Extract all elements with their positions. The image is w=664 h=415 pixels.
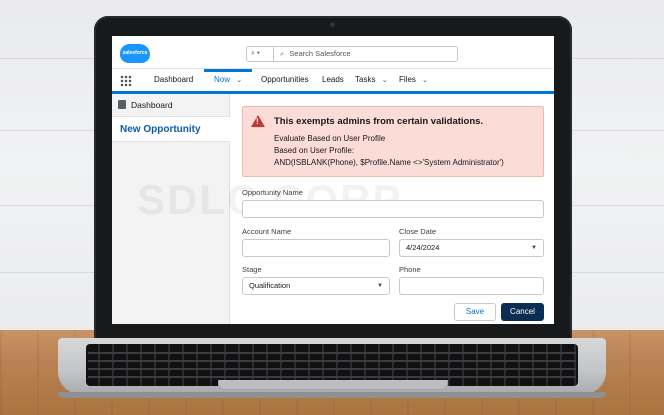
phone-label: Phone bbox=[399, 265, 421, 274]
nav-item-label: Now bbox=[214, 75, 231, 84]
nav-item-label: Tasks bbox=[355, 75, 376, 84]
close-date-select[interactable]: 4/24/2024 ▼ bbox=[399, 239, 544, 257]
nav-item-label: Dashboard bbox=[154, 75, 194, 84]
phone-input[interactable] bbox=[399, 277, 544, 295]
opportunity-name-input[interactable] bbox=[242, 200, 544, 218]
stage-label: Stage bbox=[242, 265, 262, 274]
nav-item-label: Opportunities bbox=[261, 75, 309, 84]
laptop-foot bbox=[58, 392, 606, 398]
dropdown-caret-icon: ▼ bbox=[377, 283, 383, 289]
trackpad bbox=[218, 380, 448, 390]
nav-item-now[interactable]: Now ⌄ bbox=[214, 75, 242, 84]
opportunity-name-label: Opportunity Name bbox=[242, 188, 303, 197]
nav-active-indicator bbox=[204, 69, 252, 72]
chevron-down-icon[interactable]: ⌄ bbox=[236, 77, 242, 84]
close-date-value: 4/24/2024 bbox=[406, 243, 440, 252]
dropdown-caret-icon: ▼ bbox=[531, 245, 537, 251]
cancel-button[interactable]: Cancel bbox=[501, 303, 544, 321]
nav-item-label: Leads bbox=[322, 75, 344, 84]
alert-line: Evaluate Based on User Profile bbox=[274, 134, 386, 143]
stage-value: Qualification bbox=[249, 281, 291, 290]
camera-icon bbox=[330, 22, 335, 27]
search-icon: ⌕ bbox=[280, 49, 285, 58]
nav-bar: Dashboard Now ⌄ Opportunities Leads Task… bbox=[112, 69, 554, 94]
keyboard-row bbox=[88, 368, 576, 370]
nav-item-tasks[interactable]: Tasks ⌄ bbox=[355, 75, 388, 84]
chevron-down-icon[interactable]: ⌄ bbox=[382, 77, 388, 84]
alert-title: This exempts admins from certain validat… bbox=[274, 116, 484, 127]
sidebar-item-label: Dashboard bbox=[131, 100, 173, 110]
alert-line: AND(ISBLANK(Phone), $Profile.Name <>'Sys… bbox=[274, 158, 504, 167]
search-scope-dropdown[interactable]: ⌕ ▾ bbox=[246, 46, 274, 62]
search-placeholder: Search Salesforce bbox=[289, 49, 351, 58]
salesforce-logo[interactable]: salesforce bbox=[120, 44, 150, 63]
nav-item-dashboard[interactable]: Dashboard bbox=[154, 75, 193, 84]
alert-line: Based on User Profile: bbox=[274, 146, 355, 155]
sidebar-item-new-opportunity[interactable]: New Opportunity bbox=[112, 116, 230, 142]
laptop-screen: salesforce ⌕ ▾ ⌕ Search Salesforce Dashb… bbox=[112, 36, 554, 324]
keyboard-row bbox=[88, 360, 576, 362]
nav-item-leads[interactable]: Leads bbox=[322, 75, 344, 84]
nav-item-files[interactable]: Files ⌄ bbox=[399, 75, 428, 84]
keyboard-row bbox=[88, 376, 576, 378]
search-input[interactable]: ⌕ Search Salesforce bbox=[274, 46, 458, 62]
keyboard-row bbox=[88, 352, 576, 354]
warning-icon: ! bbox=[251, 115, 265, 127]
stage-select[interactable]: Qualification ▼ bbox=[242, 277, 390, 295]
sidebar-item-dashboard[interactable]: Dashboard bbox=[118, 100, 173, 110]
account-name-input[interactable] bbox=[242, 239, 390, 257]
dashboard-icon bbox=[118, 100, 126, 109]
nav-item-opportunities[interactable]: Opportunities bbox=[261, 75, 309, 84]
chevron-down-icon[interactable]: ⌄ bbox=[422, 77, 428, 84]
global-header: salesforce ⌕ ▾ ⌕ Search Salesforce bbox=[112, 36, 554, 69]
close-date-label: Close Date bbox=[399, 227, 437, 236]
account-name-label: Account Name bbox=[242, 227, 292, 236]
validation-alert: ! This exempts admins from certain valid… bbox=[242, 106, 544, 177]
nav-item-label: Files bbox=[399, 75, 416, 84]
app-launcher-icon[interactable] bbox=[120, 75, 132, 87]
save-button[interactable]: Save bbox=[454, 303, 496, 321]
